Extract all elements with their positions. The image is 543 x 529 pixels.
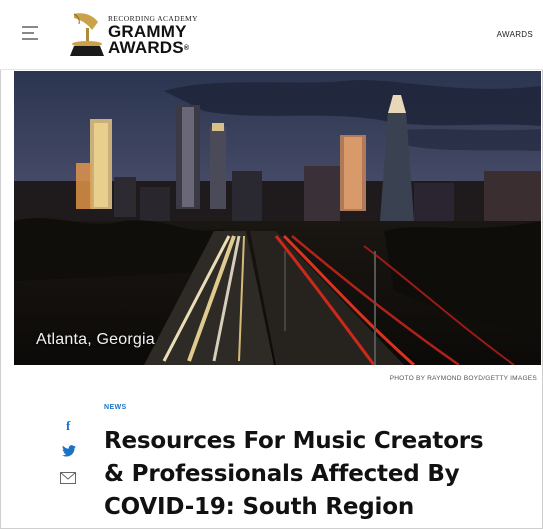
- hero-caption: Atlanta, Georgia: [36, 331, 155, 348]
- logo-awards-text: AWARDS®: [108, 38, 190, 57]
- hamburger-menu-icon[interactable]: [22, 26, 38, 40]
- grammy-awards-logo[interactable]: RECORDING ACADEMY GRAMMY AWARDS®: [68, 8, 208, 62]
- article-category[interactable]: NEWS: [104, 404, 127, 411]
- hero-image: [14, 71, 541, 365]
- article-title: Resources For Music Creators & Professio…: [104, 425, 524, 524]
- site-header: RECORDING ACADEMY GRAMMY AWARDS® AWARDS: [0, 0, 543, 70]
- title-line: COVID-19: South Region: [104, 494, 414, 520]
- atlanta-skyline-photo: [14, 71, 541, 365]
- nav-link-awards[interactable]: AWARDS: [497, 30, 533, 39]
- grammy-gramophone-icon: [70, 13, 104, 56]
- title-line: & Professionals Affected By: [104, 461, 460, 487]
- photo-credit: PHOTO BY RAYMOND BOYD/GETTY IMAGES: [389, 375, 537, 382]
- mail-icon[interactable]: [60, 471, 76, 489]
- title-line: Resources For Music Creators: [104, 428, 484, 454]
- twitter-icon[interactable]: [62, 444, 76, 462]
- facebook-icon[interactable]: f: [66, 418, 70, 434]
